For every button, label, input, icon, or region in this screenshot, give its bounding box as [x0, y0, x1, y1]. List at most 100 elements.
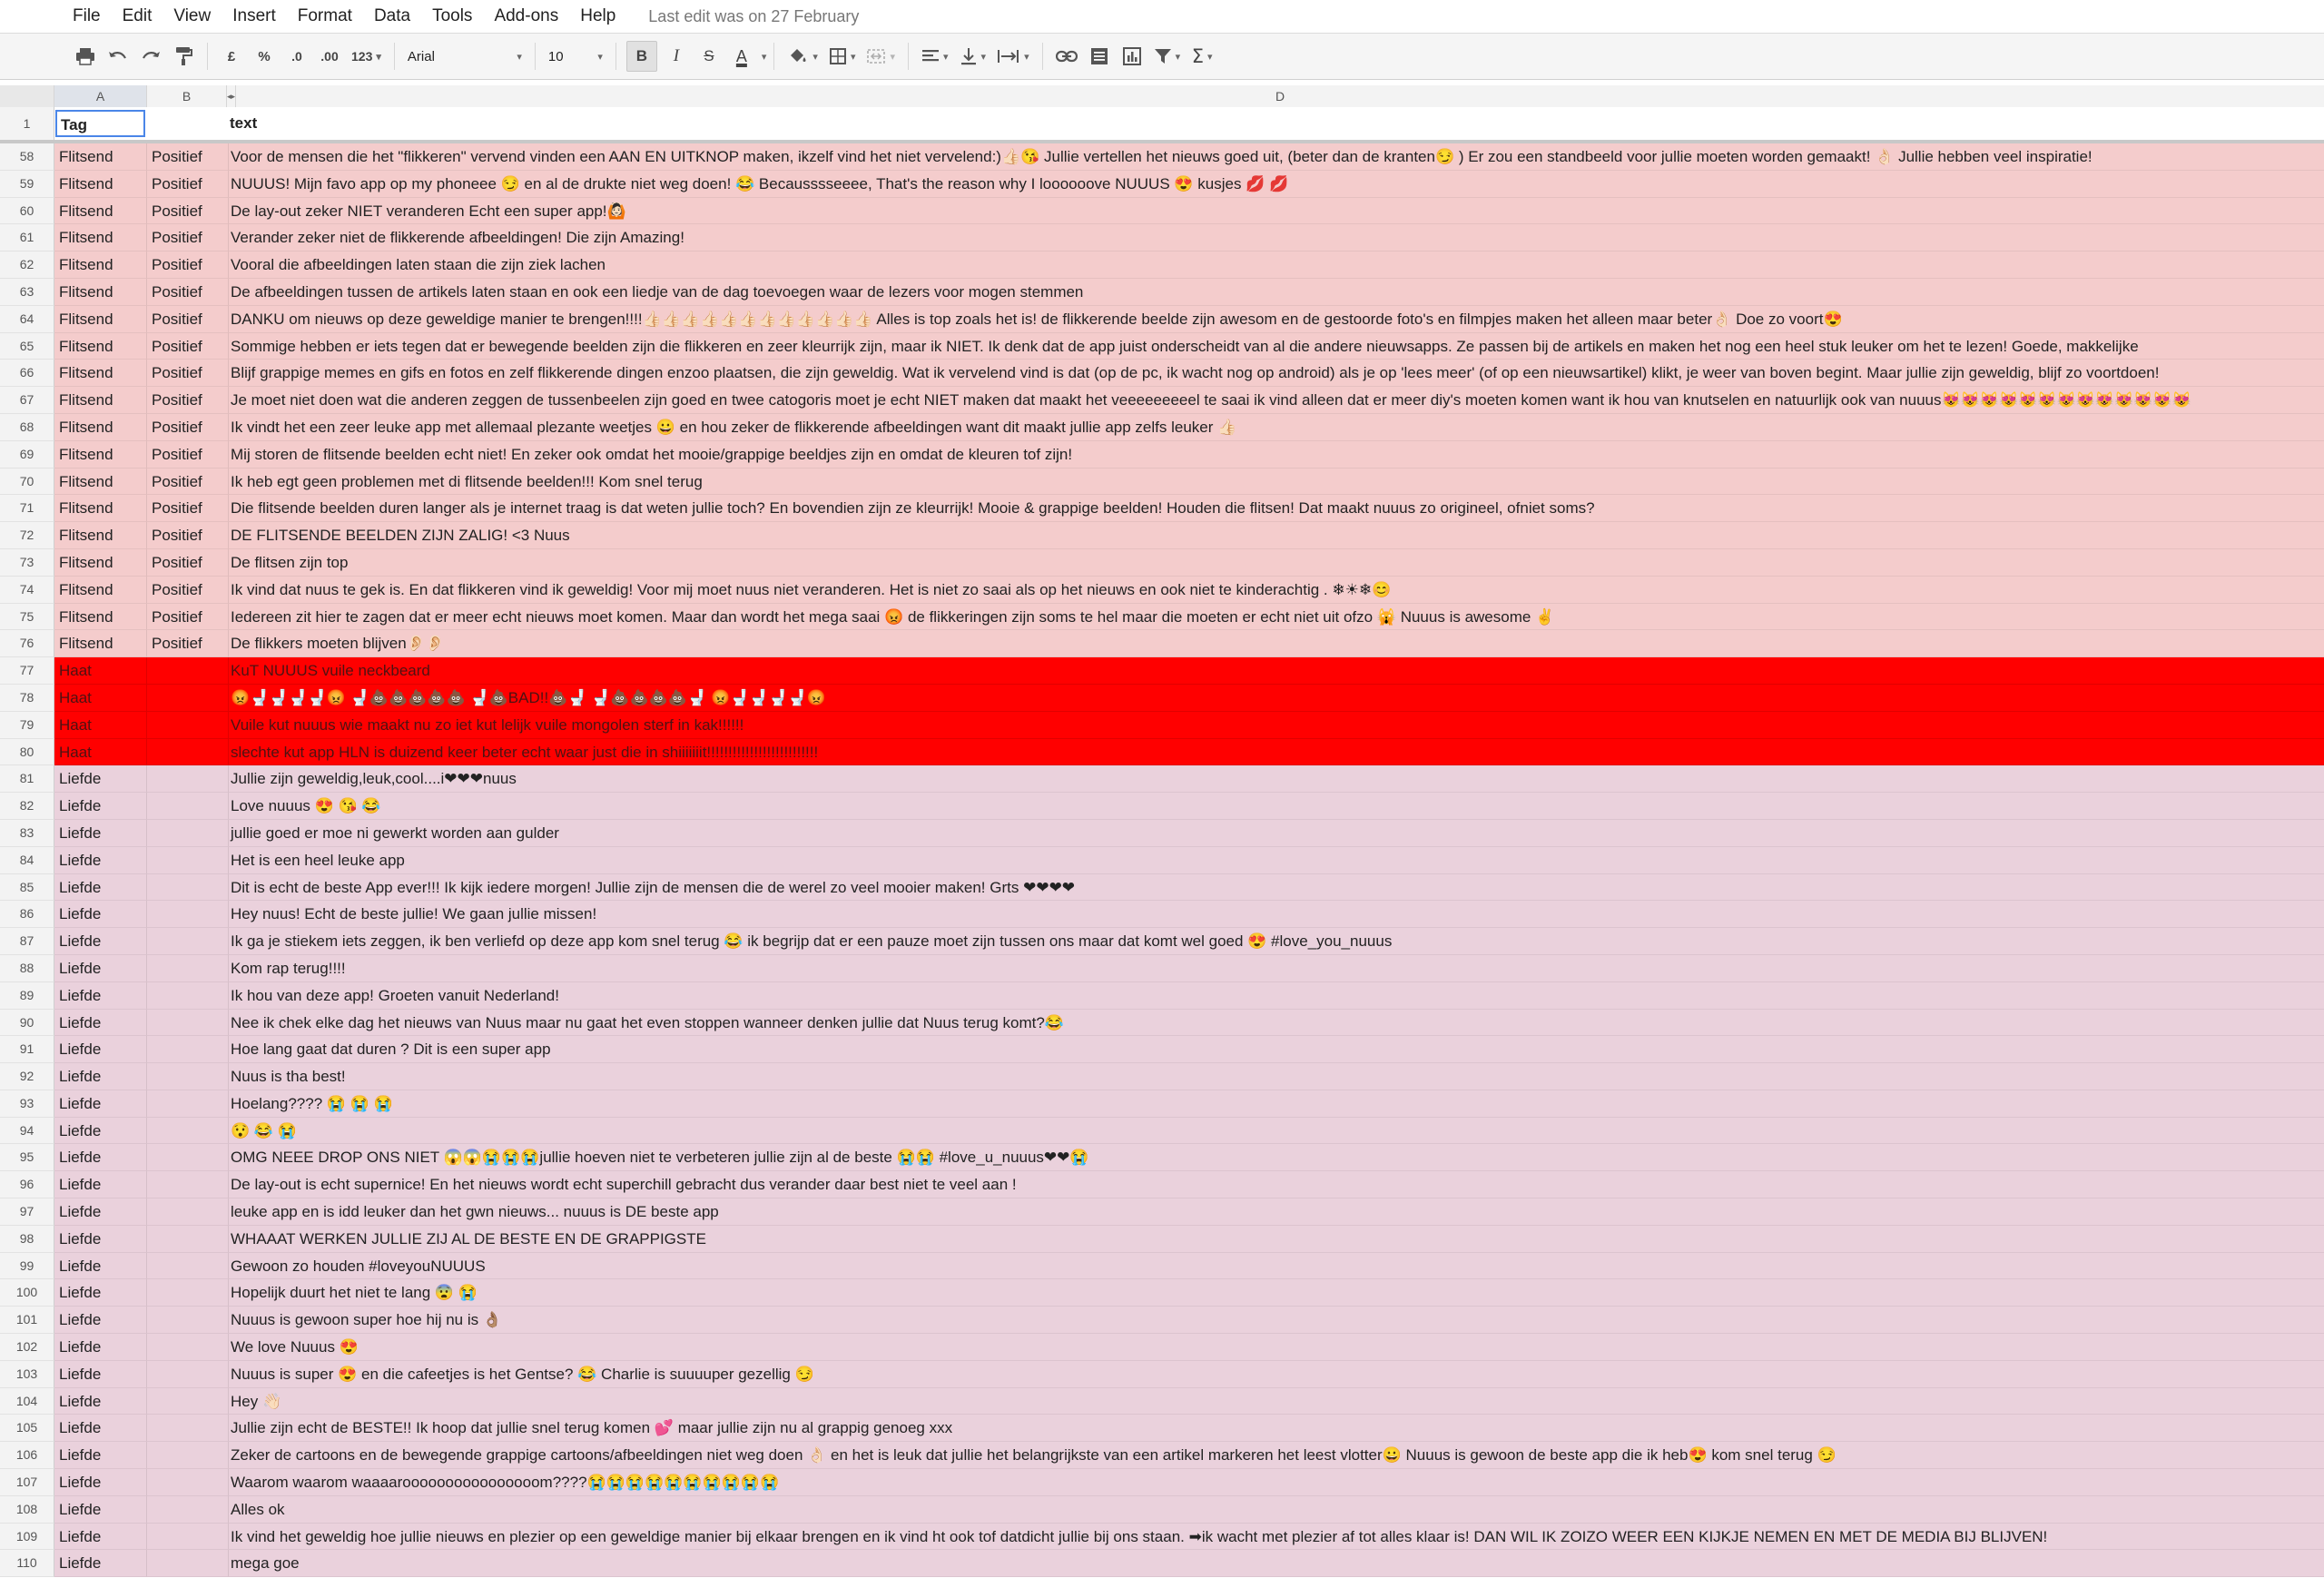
cell-text[interactable]: slechte kut app HLN is duizend keer bete… — [229, 738, 2324, 766]
cell-tag[interactable]: Haat — [54, 657, 147, 685]
cell-tag[interactable]: Liefde — [54, 873, 147, 902]
cell-tag[interactable]: Liefde — [54, 1036, 147, 1064]
cell-sentiment[interactable] — [147, 1198, 229, 1226]
redo-icon[interactable] — [137, 41, 164, 72]
row-number[interactable]: 77 — [0, 657, 54, 685]
cell-sentiment[interactable] — [147, 657, 229, 685]
cell-tag[interactable]: Flitsend — [54, 387, 147, 414]
horizontal-align-icon[interactable]: ▾ — [919, 41, 951, 72]
insert-comment-icon[interactable] — [1086, 41, 1113, 72]
menu-format[interactable]: Format — [287, 6, 363, 26]
cell-sentiment[interactable] — [147, 1442, 229, 1470]
cell-sentiment[interactable]: Positief — [147, 413, 229, 441]
row-number[interactable]: 87 — [0, 928, 54, 955]
cell-sentiment[interactable]: Positief — [147, 548, 229, 577]
cell-tag[interactable]: Liefde — [54, 1495, 147, 1524]
cell-sentiment[interactable] — [147, 1252, 229, 1280]
column-header-a[interactable]: A — [54, 85, 147, 107]
cell-sentiment[interactable]: Positief — [147, 224, 229, 252]
cell-tag[interactable]: Liefde — [54, 1225, 147, 1253]
row-number[interactable]: 73 — [0, 548, 54, 577]
cell-sentiment[interactable] — [147, 1469, 229, 1496]
row-number[interactable]: 99 — [0, 1252, 54, 1280]
cell-sentiment[interactable] — [147, 1387, 229, 1415]
cell-text[interactable]: Je moet niet doen wat die anderen zeggen… — [229, 387, 2324, 414]
cell-sentiment[interactable] — [147, 819, 229, 847]
menu-file[interactable]: File — [62, 6, 112, 26]
column-header-d[interactable]: D — [236, 85, 2324, 107]
row-number[interactable]: 78 — [0, 684, 54, 712]
insert-chart-icon[interactable] — [1118, 41, 1146, 72]
cell-sentiment[interactable] — [147, 793, 229, 820]
cell-sentiment[interactable] — [147, 1036, 229, 1064]
select-all-corner[interactable] — [0, 85, 54, 107]
cell-tag[interactable]: Flitsend — [54, 440, 147, 469]
cell-text[interactable]: OMG NEEE DROP ONS NIET 😱😱😭😭😭jullie hoeve… — [229, 1144, 2324, 1172]
cell-tag[interactable]: Flitsend — [54, 413, 147, 441]
cell-text[interactable]: De lay-out zeker NIET veranderen Echt ee… — [229, 197, 2324, 225]
row-number[interactable]: 98 — [0, 1225, 54, 1253]
row-number[interactable]: 67 — [0, 387, 54, 414]
cell-tag[interactable]: Flitsend — [54, 305, 147, 333]
row-number[interactable]: 96 — [0, 1171, 54, 1199]
cell-text[interactable]: 😯 😂 😭 — [229, 1117, 2324, 1145]
row-number[interactable]: 69 — [0, 440, 54, 469]
menu-data[interactable]: Data — [363, 6, 421, 26]
undo-icon[interactable] — [104, 41, 132, 72]
menu-edit[interactable]: Edit — [112, 6, 163, 26]
italic-button[interactable]: I — [663, 41, 690, 72]
selected-cell-a1[interactable]: Tag — [55, 110, 145, 137]
cell-sentiment[interactable]: Positief — [147, 522, 229, 549]
cell-sentiment[interactable] — [147, 1171, 229, 1199]
fill-color-icon[interactable]: ▾ — [784, 41, 821, 72]
cell-sentiment[interactable]: Positief — [147, 440, 229, 469]
row-number[interactable]: 88 — [0, 954, 54, 982]
cell-sentiment[interactable]: Positief — [147, 305, 229, 333]
cell-text[interactable]: Nuus is tha best! — [229, 1063, 2324, 1090]
cell-text[interactable]: Ik vind dat nuus te gek is. En dat flikk… — [229, 576, 2324, 604]
cell-text[interactable]: Jullie zijn geweldig,leuk,cool....i❤❤❤nu… — [229, 765, 2324, 794]
row-number[interactable]: 104 — [0, 1387, 54, 1415]
cell-tag[interactable]: Flitsend — [54, 603, 147, 631]
cell-text[interactable]: Blijf grappige memes en gifs en fotos en… — [229, 360, 2324, 388]
cell-sentiment[interactable] — [147, 1144, 229, 1172]
row-number[interactable]: 66 — [0, 360, 54, 388]
cell-tag[interactable]: Haat — [54, 684, 147, 712]
cell-sentiment[interactable] — [147, 981, 229, 1010]
cell-text[interactable]: Nuuus is gewoon super hoe hij nu is 👌🏽 — [229, 1307, 2324, 1335]
cell-sentiment[interactable] — [147, 1523, 229, 1551]
menu-insert[interactable]: Insert — [222, 6, 287, 26]
row-number[interactable]: 85 — [0, 873, 54, 902]
cell-tag[interactable]: Haat — [54, 711, 147, 739]
row-number[interactable]: 72 — [0, 522, 54, 549]
row-number[interactable]: 71 — [0, 495, 54, 523]
menu-addons[interactable]: Add-ons — [483, 6, 569, 26]
cell-tag[interactable]: Liefde — [54, 1415, 147, 1443]
cell-sentiment[interactable] — [147, 765, 229, 794]
paint-format-icon[interactable] — [170, 41, 197, 72]
row-number[interactable]: 97 — [0, 1198, 54, 1226]
cell-text[interactable]: Alles ok — [229, 1495, 2324, 1524]
chevron-down-icon[interactable]: ▾ — [762, 51, 767, 63]
cell-tag[interactable]: Flitsend — [54, 630, 147, 658]
cell-text[interactable]: mega goe — [229, 1550, 2324, 1578]
cell-tag[interactable]: Liefde — [54, 1279, 147, 1307]
cell-sentiment[interactable] — [147, 1415, 229, 1443]
menu-view[interactable]: View — [162, 6, 222, 26]
cell-tag[interactable]: Liefde — [54, 1117, 147, 1145]
cell-tag[interactable]: Liefde — [54, 1252, 147, 1280]
menu-tools[interactable]: Tools — [421, 6, 483, 26]
cell-sentiment[interactable]: Positief — [147, 630, 229, 658]
cell-text[interactable]: jullie goed er moe ni gewerkt worden aan… — [229, 819, 2324, 847]
cell-tag[interactable]: Flitsend — [54, 143, 147, 171]
cell-text[interactable]: Nuuus is super 😍 en die cafeetjes is het… — [229, 1360, 2324, 1388]
cell-tag[interactable]: Liefde — [54, 901, 147, 929]
decrease-decimal-button[interactable]: .0 — [283, 41, 310, 72]
cell-text[interactable]: Hopelijk duurt het niet te lang 😨 😭 — [229, 1279, 2324, 1307]
cell-sentiment[interactable]: Positief — [147, 576, 229, 604]
row-number[interactable]: 75 — [0, 603, 54, 631]
cell-tag[interactable]: Liefde — [54, 1387, 147, 1415]
row-number[interactable]: 107 — [0, 1469, 54, 1496]
cell-sentiment[interactable] — [147, 1225, 229, 1253]
cell-text[interactable]: Ik vindt het een zeer leuke app met alle… — [229, 413, 2324, 441]
